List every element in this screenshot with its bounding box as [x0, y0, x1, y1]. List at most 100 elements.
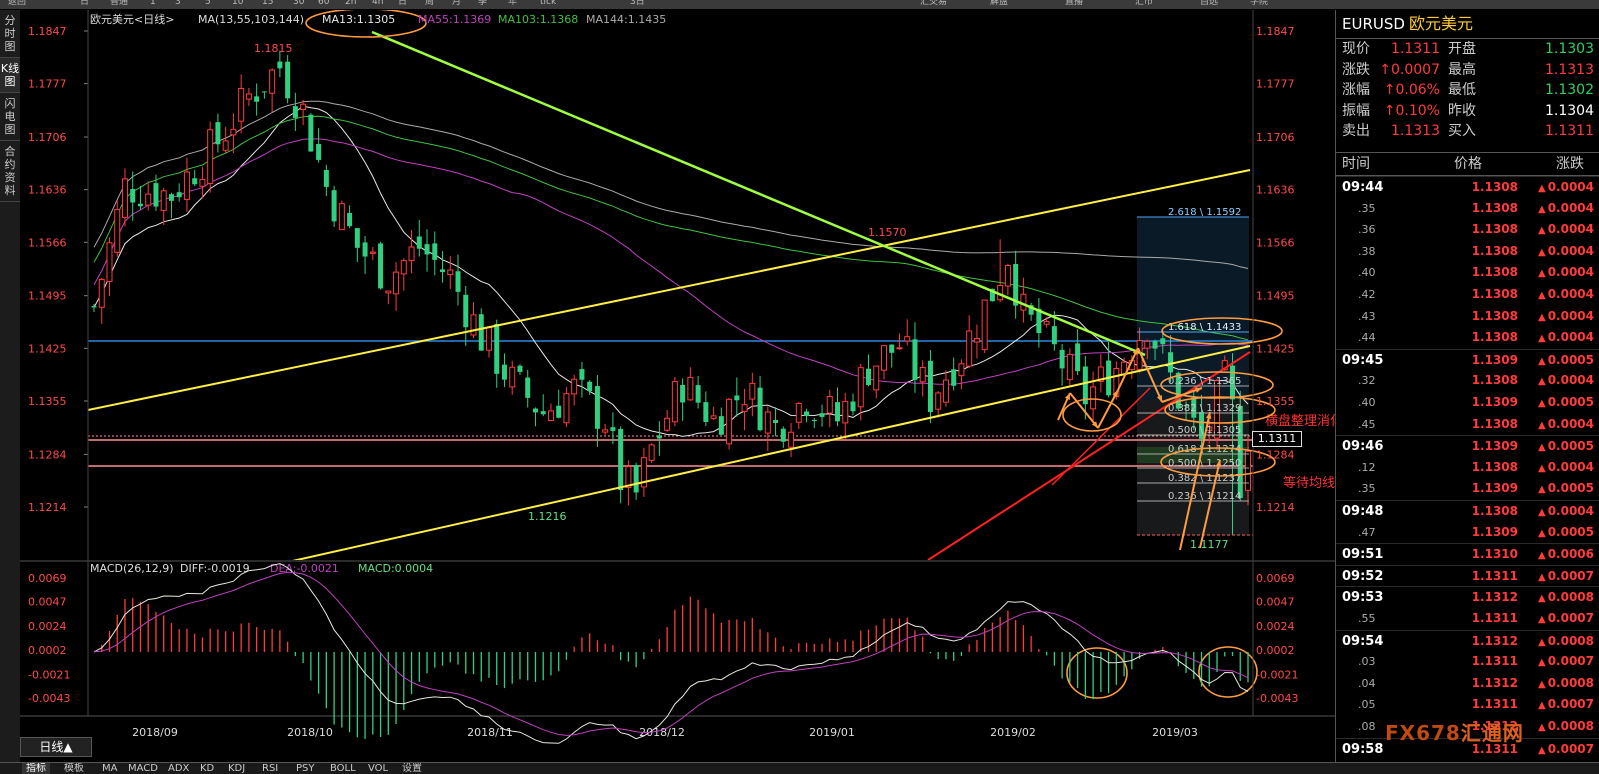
timeframe-selector[interactable]: 日线▲	[20, 737, 92, 757]
indicator-tab[interactable]: 指标	[22, 763, 50, 774]
table-row[interactable]: .04 1.1312 ▲ 0.0008	[1336, 673, 1599, 695]
up-arrow-icon: ▲	[1537, 398, 1546, 409]
candle-body-down	[378, 243, 384, 289]
indicator-tab[interactable]: MACD	[128, 763, 158, 774]
table-row[interactable]: .38 1.1308 ▲ 0.0004	[1336, 241, 1599, 263]
candle-body-down	[804, 411, 810, 417]
table-row[interactable]: .40 1.1309 ▲ 0.0005	[1336, 392, 1599, 414]
indicator-tab[interactable]: KD	[200, 763, 214, 774]
toolbar-item[interactable]: 15	[262, 0, 273, 7]
table-row[interactable]: 09:54 1.1312 ▲ 0.0008	[1336, 629, 1599, 653]
tick-time: 09:58	[1342, 741, 1384, 757]
candle-body-up	[447, 269, 454, 276]
toolbar-item[interactable]: 4h	[372, 0, 383, 7]
table-row[interactable]: .32 1.1308 ▲ 0.0004	[1336, 370, 1599, 392]
price-annotation: 1.1216	[528, 510, 567, 523]
table-row[interactable]: .12 1.1308 ▲ 0.0004	[1336, 457, 1599, 479]
indicator-tab[interactable]: 模板	[64, 763, 84, 774]
toolbar-item[interactable]: 日	[398, 0, 407, 7]
up-arrow-icon: ▲	[1537, 700, 1546, 712]
toolbar-item[interactable]: 汇市	[1135, 0, 1153, 7]
candle-body-up	[648, 444, 655, 461]
tick-time: 09:46	[1342, 439, 1384, 455]
indicator-tab[interactable]: RSI	[262, 763, 278, 774]
table-row[interactable]: .03 1.1311 ▲ 0.0007	[1336, 651, 1599, 673]
toolbar-item[interactable]: 普通	[110, 0, 128, 7]
candle-body-down	[587, 381, 593, 392]
indicator-tab[interactable]: ADX	[168, 763, 189, 774]
toolbar-item[interactable]: 60	[318, 0, 329, 7]
toolbar-item[interactable]: 日	[80, 0, 89, 7]
candle-body-down	[463, 294, 469, 328]
toolbar-item[interactable]: 月	[452, 0, 461, 7]
toolbar-item[interactable]: 5	[205, 0, 211, 7]
candle-body-up	[826, 396, 833, 414]
toolbar-item[interactable]: 学院	[1250, 0, 1268, 7]
symbol-name: 欧元美元	[1408, 14, 1473, 33]
candle-body-down	[130, 189, 136, 203]
toolbar-item[interactable]: 3日	[630, 0, 645, 7]
up-arrow-icon: ▲	[1537, 311, 1546, 323]
candle-body-down	[951, 369, 957, 386]
table-row[interactable]: .05 1.1311 ▲ 0.0007	[1336, 694, 1599, 716]
table-row[interactable]: .35 1.1308 ▲ 0.0004	[1336, 198, 1599, 220]
indicator-tab[interactable]: PSY	[296, 763, 315, 774]
tick-change-value: 0.0008	[1547, 633, 1594, 648]
left-tab[interactable]: 分时图	[0, 10, 20, 58]
toolbar-item[interactable]: 解盘	[990, 0, 1008, 7]
price-tick-right: 1.1636	[1256, 184, 1295, 197]
table-row[interactable]: .43 1.1308 ▲ 0.0004	[1336, 306, 1599, 328]
quote-value: 1.1311	[1545, 123, 1594, 139]
table-row[interactable]: 09:53 1.1312 ▲ 0.0008	[1336, 586, 1599, 609]
left-tab[interactable]: 闪电图	[0, 93, 20, 141]
tick-change-value: 0.0005	[1547, 481, 1594, 496]
candlestick-chart[interactable]: 2.618 \ 1.1592 1.618 \ 1.1433 0.236 \ 1.13…	[20, 10, 1335, 762]
fx678-logo: FX678汇通网	[1385, 717, 1524, 746]
toolbar-item[interactable]: 周	[425, 0, 434, 7]
tick-time: .47	[1358, 525, 1376, 539]
toolbar-item[interactable]: 10	[232, 0, 243, 7]
toolbar-item[interactable]: 3	[175, 0, 181, 7]
candle-body-up	[602, 429, 609, 433]
candle-body-up	[726, 398, 733, 445]
table-row[interactable]: .35 1.1309 ▲ 0.0005	[1336, 478, 1599, 500]
table-row[interactable]: .36 1.1308 ▲ 0.0004	[1336, 219, 1599, 241]
toolbar-item[interactable]: 1	[150, 0, 156, 7]
indicator-tab[interactable]: VOL	[368, 763, 388, 774]
table-row[interactable]: .45 1.1308 ▲ 0.0004	[1336, 414, 1599, 436]
candle-body-up	[764, 411, 771, 434]
candle-body-down	[168, 194, 174, 201]
table-row[interactable]: .55 1.1311 ▲ 0.0007	[1336, 608, 1599, 630]
table-row[interactable]: .42 1.1308 ▲ 0.0004	[1336, 284, 1599, 306]
table-row[interactable]: 09:45 1.1309 ▲ 0.0005	[1336, 348, 1599, 373]
toolbar-item[interactable]: 自选	[1200, 0, 1218, 7]
table-row[interactable]: .47 1.1309 ▲ 0.0005	[1336, 522, 1599, 544]
tick-change: ▲ 0.0005	[1511, 350, 1594, 373]
price-tick-left: 1.1355	[28, 395, 67, 408]
table-row[interactable]: 09:52 1.1311 ▲ 0.0007	[1336, 564, 1599, 588]
toolbar-item[interactable]: 季	[478, 0, 487, 7]
table-row[interactable]: 09:46 1.1309 ▲ 0.0005	[1336, 435, 1599, 458]
table-row[interactable]: .40 1.1308 ▲ 0.0004	[1336, 262, 1599, 284]
table-row[interactable]: 09:44 1.1308 ▲ 0.0004	[1336, 176, 1599, 199]
left-tab[interactable]: K线图	[0, 58, 20, 93]
table-row[interactable]: 09:48 1.1308 ▲ 0.0004	[1336, 500, 1599, 523]
tick-change: ▲ 0.0004	[1511, 262, 1594, 285]
toolbar-item[interactable]: 30	[293, 0, 304, 7]
indicator-tab[interactable]: MA	[102, 763, 117, 774]
toolbar-item[interactable]: 直播	[1065, 0, 1083, 7]
up-arrow-icon: ▲	[1537, 614, 1546, 625]
indicator-tab[interactable]: 设置	[402, 763, 422, 774]
toolbar-item[interactable]: 汇交易	[920, 0, 947, 7]
up-arrow-icon: ▲	[1537, 376, 1546, 388]
toolbar-item[interactable]: 返回	[8, 0, 26, 7]
candle-body-down	[1160, 338, 1166, 345]
toolbar-item[interactable]: tick	[540, 0, 556, 7]
left-tab[interactable]: 合约资料	[0, 141, 20, 202]
toolbar-item[interactable]: 年	[508, 0, 517, 7]
table-row[interactable]: .44 1.1308 ▲ 0.0004	[1336, 327, 1599, 349]
toolbar-item[interactable]: 2h	[345, 0, 356, 7]
table-row[interactable]: 09:51 1.1310 ▲ 0.0006	[1336, 543, 1599, 566]
indicator-tab[interactable]: KDJ	[228, 763, 245, 774]
indicator-tab[interactable]: BOLL	[330, 763, 356, 774]
